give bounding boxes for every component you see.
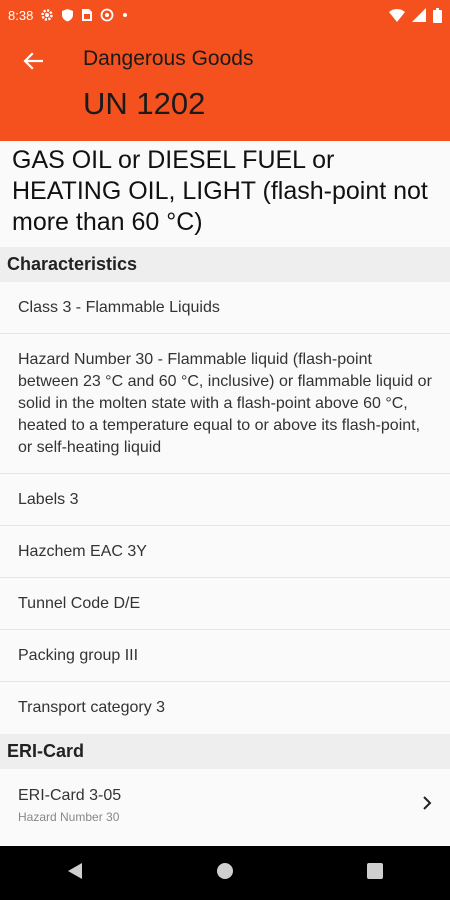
status-bar: 8:38 xyxy=(0,0,450,30)
page-title: UN 1202 xyxy=(83,86,206,121)
app-bar: Dangerous Goods UN 1202 xyxy=(0,30,450,141)
list-item: Class 3 - Flammable Liquids xyxy=(0,282,450,334)
list-item: Packing group III xyxy=(0,630,450,682)
list-item: Labels 3 xyxy=(0,474,450,526)
status-bar-right xyxy=(389,7,442,23)
eri-card-title: ERI-Card 3-05 xyxy=(18,786,122,804)
list-item-text: Tunnel Code D/E xyxy=(18,594,141,612)
home-circle-icon xyxy=(216,862,234,885)
list-item: Hazchem EAC 3Y xyxy=(0,526,450,578)
back-triangle-icon xyxy=(67,862,83,885)
eri-card-item[interactable]: ERI-Card 3-05 Hazard Number 30 xyxy=(0,769,450,841)
list-item-text: Transport category 3 xyxy=(18,699,166,716)
status-bar-left: 8:38 xyxy=(8,8,129,23)
list-item: Hazard Number 30 - Flammable liquid (fla… xyxy=(0,334,450,474)
shield-icon xyxy=(61,8,74,22)
list-item-text: Hazchem EAC 3Y xyxy=(18,542,147,560)
dot-icon xyxy=(121,8,129,22)
wifi-icon xyxy=(389,8,405,22)
navigation-bar xyxy=(0,846,450,900)
a-circle-icon xyxy=(100,8,114,22)
list-item-text: Packing group III xyxy=(18,646,139,664)
recents-square-icon xyxy=(367,862,383,884)
gear-icon xyxy=(40,8,54,22)
sim-card-icon xyxy=(81,8,93,22)
status-time: 8:38 xyxy=(8,7,34,23)
nav-recents-button[interactable] xyxy=(345,853,405,893)
section-header-characteristics: Characteristics xyxy=(0,247,450,282)
chevron-right-icon xyxy=(422,795,432,816)
page-subtitle: Dangerous Goods xyxy=(83,47,254,70)
list-item-text: Hazard Number 30 - Flammable liquid (fla… xyxy=(18,350,432,456)
list-item-text: Class 3 - Flammable Liquids xyxy=(18,298,220,316)
back-button[interactable] xyxy=(18,48,48,78)
section-header-eri-card: ERI-Card xyxy=(0,734,450,769)
nav-back-button[interactable] xyxy=(45,853,105,893)
content-area[interactable]: GAS OIL or DIESEL FUEL or HEATING OIL, L… xyxy=(0,141,450,846)
list-item: Tunnel Code D/E xyxy=(0,578,450,630)
list-item: Transport category 3 xyxy=(0,682,450,734)
signal-icon xyxy=(412,8,426,22)
battery-icon xyxy=(433,7,442,23)
goods-name: GAS OIL or DIESEL FUEL or HEATING OIL, L… xyxy=(12,146,428,236)
eri-card-subtitle: Hazard Number 30 xyxy=(18,809,120,824)
eri-card-text: ERI-Card 3-05 Hazard Number 30 xyxy=(18,787,121,824)
arrow-left-icon xyxy=(23,51,44,75)
list-item-text: Labels 3 xyxy=(18,490,79,508)
nav-home-button[interactable] xyxy=(195,853,255,893)
